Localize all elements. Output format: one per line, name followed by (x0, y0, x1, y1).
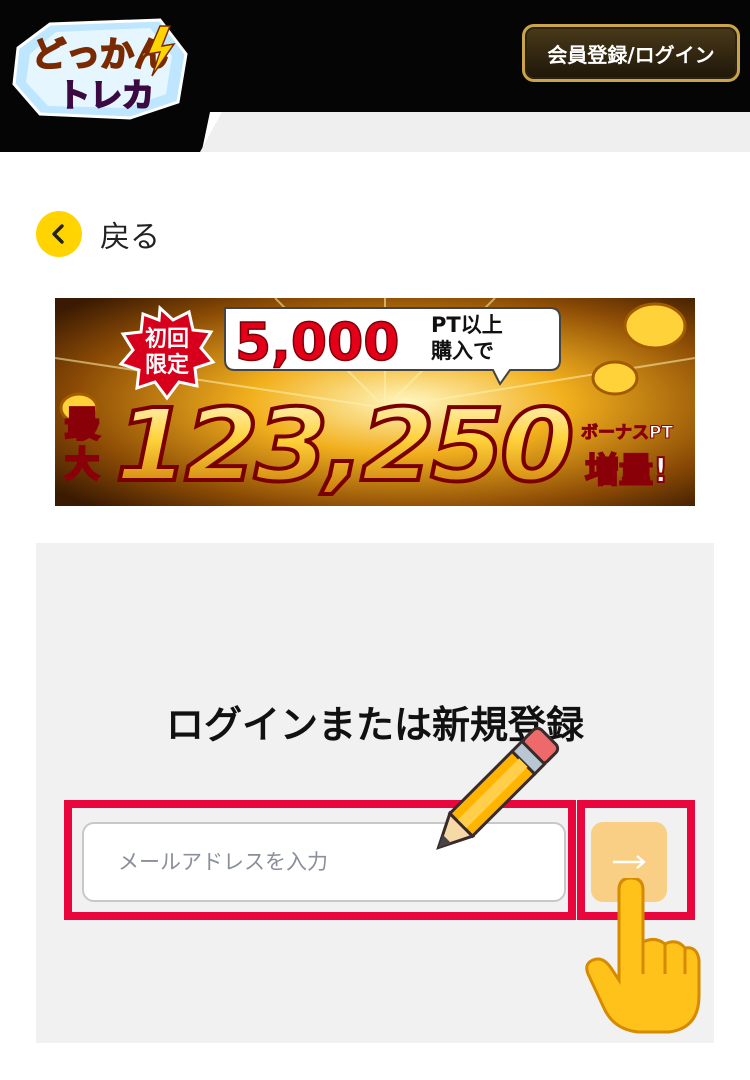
increase-label: 増量! (585, 451, 669, 491)
login-register-button[interactable]: 会員登録/ログイン (522, 24, 740, 82)
back-link[interactable]: 戻る (36, 209, 160, 259)
bonus-label: ボーナスPT (581, 423, 673, 443)
max-line1: 最 (65, 405, 99, 445)
logo-text-bottom: トレカ (58, 76, 154, 114)
pointing-hand-icon (585, 878, 701, 1034)
chevron-left-icon (36, 211, 82, 257)
bonus-amount: 123,250 (115, 387, 572, 504)
badge-line1: 初回 (145, 326, 189, 352)
site-logo[interactable]: どっかん トレカ (10, 14, 196, 124)
site-header: どっかん トレカ 会員登録/ログイン (0, 0, 750, 152)
badge-line2: 限定 (145, 352, 189, 378)
login-title: ログインまたは新規登録 (165, 703, 584, 747)
max-line2: 大 (65, 445, 99, 485)
pt-line1: PT以上 (431, 313, 503, 337)
purchase-amount: 5,000 (235, 313, 399, 373)
header-strip (200, 112, 750, 152)
arrow-right-icon (613, 855, 646, 869)
pt-line2: 購入で (430, 339, 494, 363)
logo-text-top: どっかん (32, 35, 168, 75)
pencil-icon (436, 726, 560, 850)
login-register-label: 会員登録/ログイン (547, 42, 715, 67)
promo-banner[interactable]: 初回 限定 5,000 PT以上 購入で 最 大 123,250 ボーナスPT … (55, 298, 695, 506)
back-label: 戻る (100, 220, 160, 255)
